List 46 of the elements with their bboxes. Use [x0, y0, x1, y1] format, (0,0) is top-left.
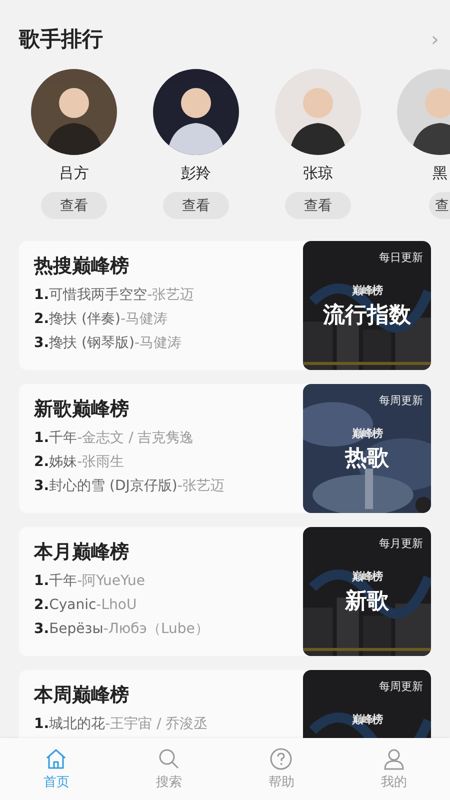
track-item[interactable]: 3.Берёзы-Любэ（Lube）	[34, 617, 288, 641]
track-item[interactable]: 1.千年-阿YueYue	[34, 569, 288, 593]
section-title: 歌手排行	[19, 26, 103, 53]
update-label: 每月更新	[379, 536, 423, 551]
view-button[interactable]: 查看	[285, 192, 351, 219]
chart-title: 新歌巅峰榜	[34, 397, 130, 422]
chart-card[interactable]: 本月巅峰榜 1.千年-阿YueYue 2.Cyanic-LhoU 3.Берёзы-Любэ（Lube） 每月更新 巅峰榜 新歌	[19, 527, 431, 656]
view-button[interactable]: 查看	[41, 192, 107, 219]
help-icon	[269, 747, 294, 771]
track-item[interactable]: 3.搀扶 (钢琴版)-马健涛	[34, 331, 288, 355]
singer-name: 彭羚	[181, 164, 211, 183]
view-button[interactable]: 查看	[163, 192, 229, 219]
nav-label: 首页	[43, 774, 70, 791]
chart-card[interactable]: 新歌巅峰榜 1.千年-金志文 / 吉克隽逸 2.姊妹-张雨生 3.封心的雪 (DJ京仔版)-张艺迈 每周更新 巅峰榜 热歌	[19, 384, 431, 513]
nav-label: 帮助	[268, 774, 294, 791]
logo-text: 巅峰榜	[352, 426, 382, 441]
logo-text: 巅峰榜	[352, 569, 382, 584]
nav-label: 我的	[380, 774, 407, 791]
update-label: 每周更新	[379, 393, 423, 408]
singer-name: 吕方	[59, 164, 89, 183]
chart-title: 热搜巅峰榜	[34, 254, 130, 279]
track-item[interactable]: 2.姊妹-张雨生	[34, 450, 288, 474]
track-item[interactable]: 2.Cyanic-LhoU	[34, 593, 288, 617]
home-icon	[44, 747, 68, 771]
update-label: 每日更新	[379, 250, 423, 265]
singer-name: 黑	[432, 164, 448, 183]
track-item[interactable]: 2.搀扶 (伴奏)-马健涛	[34, 307, 288, 331]
chart-card[interactable]: 热搜巅峰榜 1.可惜我两手空空-张艺迈 2.搀扶 (伴奏)-马健涛 3.搀扶 (钢琴版)-马健涛 每日更新 巅峰榜 流行指数	[19, 241, 431, 370]
track-item[interactable]: 3.封心的雪 (DJ京仔版)-张艺迈	[34, 474, 288, 498]
logo-text: 巅峰榜	[352, 712, 382, 727]
track-item[interactable]: 1.可惜我两手空空-张艺迈	[34, 283, 288, 307]
update-label: 每周更新	[379, 679, 423, 694]
view-button[interactable]: 查	[429, 192, 450, 219]
cover-title: 热歌	[345, 445, 389, 473]
cover-title: 新歌	[345, 588, 389, 616]
chart-title: 本月巅峰榜	[34, 540, 130, 565]
track-item[interactable]: 1.城北的花-王宇宙 / 乔浚丞	[34, 712, 288, 736]
user-icon	[382, 747, 406, 771]
search-icon	[156, 747, 181, 771]
chart-title: 本周巅峰榜	[34, 683, 130, 708]
logo-text: 巅峰榜	[352, 283, 382, 298]
cover-title: 流行指数	[323, 302, 411, 330]
nav-label: 搜索	[156, 774, 182, 791]
track-item[interactable]: 1.千年-金志文 / 吉克隽逸	[34, 426, 288, 450]
singer-name: 张琼	[303, 164, 333, 183]
chart-card[interactable]: 本周巅峰榜 1.城北的花-王宇宙 / 乔浚丞 每周更新 巅峰榜	[19, 670, 431, 738]
